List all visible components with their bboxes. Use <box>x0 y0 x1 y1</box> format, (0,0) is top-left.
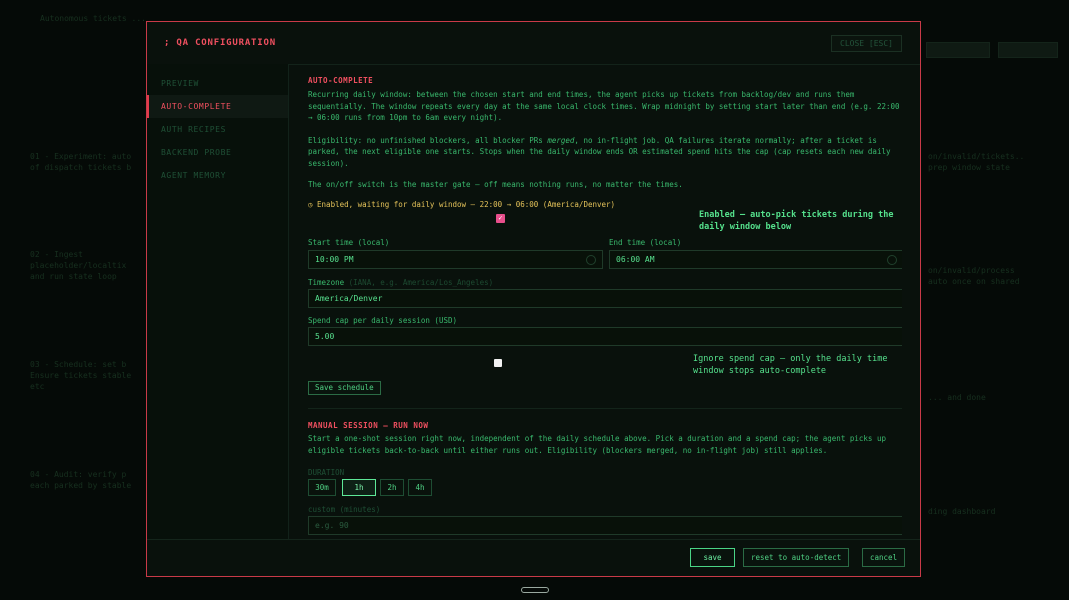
modal-footer: save reset to auto-detect cancel <box>147 539 920 576</box>
settings-sidebar: PREVIEW AUTO-COMPLETE AUTH RECIPES BACKE… <box>147 64 289 540</box>
bg-button <box>998 42 1058 58</box>
bg-button <box>926 42 990 58</box>
bg-text: and run state loop <box>30 272 117 281</box>
reset-to-auto-detect-button[interactable]: reset to auto-detect <box>743 548 850 567</box>
auto-complete-description: Recurring daily window: between the chos… <box>308 90 900 122</box>
clock-icon <box>887 255 897 265</box>
section-divider <box>308 408 902 409</box>
cancel-button[interactable]: cancel <box>862 548 906 567</box>
start-time-input[interactable]: 10:00 PM <box>308 250 603 269</box>
bg-text: of dispatch tickets b <box>30 163 132 172</box>
modal-title: ; QA CONFIGURATION <box>164 38 276 48</box>
bg-text: etc <box>30 382 45 391</box>
manual-session-description: Start a one-shot session right now, inde… <box>308 434 886 455</box>
enabled-checkbox[interactable]: ✓ <box>496 214 505 223</box>
timezone-label: Timezone (IANA, e.g. America/Los_Angeles… <box>308 278 494 287</box>
custom-minutes-input[interactable]: e.g. 90 <box>308 516 902 535</box>
section-title-auto-complete: AUTO-COMPLETE <box>308 76 374 85</box>
bg-text: each parked by stable <box>30 481 132 490</box>
eligibility-text: Eligibility: no unfinished blockers, all… <box>308 135 891 168</box>
modal-header: ; QA CONFIGURATION CLOSE [ESC] <box>147 22 920 65</box>
bg-text: ... and done <box>928 393 986 402</box>
spend-cap-label: Spend cap per daily session (USD) <box>308 316 458 325</box>
end-time-label: End time (local) <box>609 238 682 247</box>
sidebar-item-backend-probe[interactable]: BACKEND PROBE <box>147 141 288 164</box>
bg-text: 02 - Ingest <box>30 250 83 259</box>
bg-text: Ensure tickets stable <box>30 371 132 380</box>
settings-content: AUTO-COMPLETE Recurring daily window: be… <box>308 68 902 538</box>
schedule-status: ◷ Enabled, waiting for daily window — 22… <box>308 199 616 209</box>
close-button[interactable]: CLOSE [ESC] <box>831 35 902 52</box>
clock-icon <box>586 255 596 265</box>
qa-configuration-modal: ; QA CONFIGURATION CLOSE [ESC] PREVIEW A… <box>146 21 921 577</box>
ignore-spend-cap-hint: Ignore spend cap — only the daily time w… <box>693 354 888 376</box>
end-time-input[interactable]: 06:00 AM <box>609 250 902 269</box>
sidebar-item-preview[interactable]: PREVIEW <box>147 72 288 95</box>
bg-text: 01 - Experiment: auto <box>30 152 132 161</box>
bg-text: Autonomous tickets ... <box>40 14 146 23</box>
sidebar-item-auto-complete[interactable]: AUTO-COMPLETE <box>147 95 288 118</box>
bg-text: prep window state <box>928 163 1010 172</box>
duration-4h-button[interactable]: 4h <box>408 479 432 496</box>
section-title-manual-session: MANUAL SESSION — RUN NOW <box>308 421 429 430</box>
ignore-spend-cap-checkbox[interactable] <box>494 359 502 367</box>
start-time-label: Start time (local) <box>308 238 390 247</box>
duration-30m-button[interactable]: 30m <box>308 479 336 496</box>
bg-text: ding dashboard <box>928 507 996 516</box>
bg-text: 03 - Schedule: set b <box>30 360 127 369</box>
duration-label: DURATION <box>308 468 345 477</box>
enabled-hint: Enabled — auto-pick tickets during the d… <box>699 210 894 232</box>
custom-minutes-label: custom (minutes) <box>308 505 381 514</box>
save-button[interactable]: save <box>690 548 735 567</box>
bg-text: on/invalid/process <box>928 266 1015 275</box>
bg-text: 04 - Audit: verify p <box>30 470 127 479</box>
bg-text: placeholder/localtix <box>30 261 127 270</box>
master-gate-text: The on/off switch is the master gate — o… <box>308 180 683 189</box>
duration-1h-button[interactable]: 1h <box>342 479 376 496</box>
sidebar-item-agent-memory[interactable]: AGENT MEMORY <box>147 164 288 187</box>
spend-cap-input[interactable]: 5.00 <box>308 327 902 346</box>
bg-text: auto once on shared <box>928 277 1020 286</box>
duration-2h-button[interactable]: 2h <box>380 479 404 496</box>
home-indicator <box>521 587 549 593</box>
save-schedule-button[interactable]: Save schedule <box>308 381 381 395</box>
bg-text: on/invalid/tickets.. <box>928 152 1025 161</box>
timezone-input[interactable]: America/Denver <box>308 289 902 308</box>
sidebar-item-auth-recipes[interactable]: AUTH RECIPES <box>147 118 288 141</box>
